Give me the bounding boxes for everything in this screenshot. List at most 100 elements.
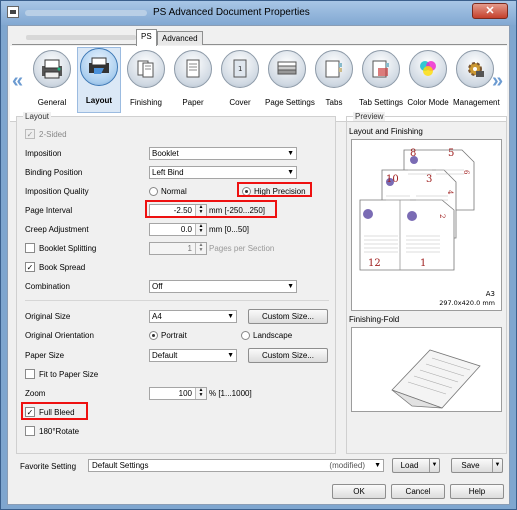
paper-size-value: Default: [152, 351, 178, 360]
spin-icon[interactable]: ▲ ▼: [195, 224, 206, 235]
tabs-icon: [315, 50, 353, 88]
preview-page-number: 1: [420, 258, 426, 269]
orientation-portrait-label: Portrait: [161, 331, 187, 340]
chevron-down-icon: ▼: [227, 352, 234, 359]
help-button[interactable]: Help: [450, 484, 504, 499]
creep-adjustment-input[interactable]: 0.0 ▲ ▼: [149, 223, 207, 236]
toolbar-item-finishing[interactable]: Finishing: [124, 50, 168, 107]
chevron-down-icon: ▼: [374, 462, 381, 469]
page-interval-label: Page Interval: [25, 206, 73, 215]
chevron-down-icon: ▼: [287, 150, 294, 157]
pages-per-section-unit: Pages per Section: [209, 244, 275, 253]
orientation-landscape-radio[interactable]: [241, 331, 250, 340]
spin-icon[interactable]: ▲ ▼: [195, 243, 206, 254]
toolbar-item-management[interactable]: Management: [453, 50, 500, 107]
spin-icon[interactable]: ▲ ▼: [195, 388, 206, 399]
favorite-setting-label: Favorite Setting: [20, 462, 77, 471]
paper-icon: [174, 50, 212, 88]
creep-adjustment-unit: mm [0...50]: [209, 225, 250, 234]
booklet-splitting-checkbox[interactable]: [25, 243, 35, 253]
paper-custom-size-button[interactable]: Custom Size...: [248, 348, 328, 363]
preview-page-number: 6: [462, 170, 470, 175]
combination-select[interactable]: Off ▼: [149, 280, 297, 293]
save-button[interactable]: Save ▼: [451, 458, 503, 473]
preview-page-number: 12: [368, 258, 381, 269]
toolbar-label-layout: Layout: [85, 96, 113, 105]
creep-adjustment-label: Creep Adjustment: [25, 225, 89, 234]
pages-per-section-input[interactable]: 1 ▲ ▼: [149, 242, 207, 255]
full-bleed-highlight: [21, 402, 88, 420]
two-sided-checkbox[interactable]: ✓: [25, 129, 35, 139]
preview-page-number: 2: [438, 214, 446, 218]
original-size-label: Original Size: [25, 312, 71, 321]
tab-ps[interactable]: PS: [136, 29, 157, 46]
toolbar-label-general: General: [37, 98, 67, 107]
preview-group-title: Preview: [353, 112, 386, 121]
finishing-icon: [127, 50, 165, 88]
original-size-select[interactable]: A4 ▼: [149, 310, 237, 323]
toolbar-item-paper[interactable]: Paper: [171, 50, 215, 107]
preview-page-number: 3: [426, 174, 432, 185]
chevron-down-icon: ▼: [287, 169, 294, 176]
layout-icon: [80, 48, 118, 86]
chevron-down-icon: ▼: [227, 313, 234, 320]
preview-page-number: 10: [386, 174, 399, 185]
toolbar-label-management: Management: [453, 98, 500, 107]
imposition-value: Booklet: [152, 149, 179, 158]
toolbar-item-tabs[interactable]: Tabs: [312, 50, 356, 107]
layout-group-title: Layout: [23, 112, 52, 121]
preview-page-number: 5: [448, 148, 454, 159]
imposition-select[interactable]: Booklet ▼: [149, 147, 297, 160]
orientation-landscape-label: Landscape: [253, 331, 293, 340]
booklet-preview-graphic: 8 5 6 10 3 4 12 1 2 A3 297.0x420.0 mm: [359, 148, 495, 307]
blurred-tab-text: [26, 35, 136, 40]
cancel-button[interactable]: Cancel: [391, 484, 445, 499]
orientation-portrait-radio[interactable]: [149, 331, 158, 340]
toolbar-label-tab-settings: Tab Settings: [359, 98, 404, 107]
toolbar-label-tabs: Tabs: [325, 98, 343, 107]
blurred-printer-name: [25, 10, 147, 16]
svg-text:1: 1: [238, 65, 242, 73]
toolbar-label-paper: Paper: [182, 98, 204, 107]
zoom-input[interactable]: 100 ▲ ▼: [149, 387, 207, 400]
paper-size-select[interactable]: Default ▼: [149, 349, 237, 362]
preview-subtitle: Layout and Finishing: [349, 127, 423, 136]
combination-label: Combination: [25, 282, 70, 291]
toolbar-item-color-mode[interactable]: Color Mode: [406, 50, 450, 107]
title-bar[interactable]: PS Advanced Document Properties ✕: [1, 1, 516, 25]
binding-position-select[interactable]: Left Bind ▼: [149, 166, 297, 179]
layout-preview: 8 5 6 10 3 4 12 1 2 A3 297.0x420.0 mm: [351, 139, 502, 311]
binding-position-value: Left Bind: [152, 168, 184, 177]
toolbar-item-layout[interactable]: Layout: [77, 47, 121, 113]
save-menu-arrow-icon[interactable]: ▼: [492, 459, 502, 472]
properties-window: PS Advanced Document Properties ✕ PS Adv…: [0, 0, 517, 510]
book-spread-checkbox[interactable]: ✓: [25, 262, 35, 272]
dialog-client-area: PS Advanced « » General Layout Finishing…: [7, 25, 510, 505]
rotate-180-checkbox[interactable]: [25, 426, 35, 436]
page-interval-highlight: [145, 200, 277, 218]
toolbar-label-page-settings: Page Settings: [265, 98, 315, 107]
zoom-unit: % [1...1000]: [209, 389, 252, 398]
favorite-setting-select[interactable]: Default Settings (modified) ▼: [88, 459, 384, 472]
pages-per-section-value: 1: [187, 244, 192, 253]
tab-advanced[interactable]: Advanced: [157, 31, 203, 45]
quality-normal-radio[interactable]: [149, 187, 158, 196]
load-menu-arrow-icon[interactable]: ▼: [429, 459, 439, 472]
preview-page-number: 4: [446, 190, 454, 195]
rotate-180-label: 180°Rotate: [39, 427, 80, 436]
section-divider: [25, 300, 329, 301]
toolbar-label-finishing: Finishing: [129, 98, 162, 107]
toolbar-item-cover[interactable]: 1 Cover: [218, 50, 262, 107]
preview-page-number: 8: [410, 148, 416, 159]
load-button[interactable]: Load ▼: [392, 458, 440, 473]
close-button[interactable]: ✕: [472, 3, 508, 19]
imposition-quality-label: Imposition Quality: [25, 187, 89, 196]
ok-button[interactable]: OK: [332, 484, 386, 499]
scroll-left-icon[interactable]: «: [12, 70, 23, 93]
original-custom-size-button[interactable]: Custom Size...: [248, 309, 328, 324]
toolbar-item-page-settings[interactable]: Page Settings: [265, 50, 315, 107]
save-button-label: Save: [461, 461, 480, 470]
toolbar-item-tab-settings[interactable]: Tab Settings: [359, 50, 403, 107]
fit-to-paper-checkbox[interactable]: [25, 369, 35, 379]
toolbar-item-general[interactable]: General: [30, 50, 74, 107]
